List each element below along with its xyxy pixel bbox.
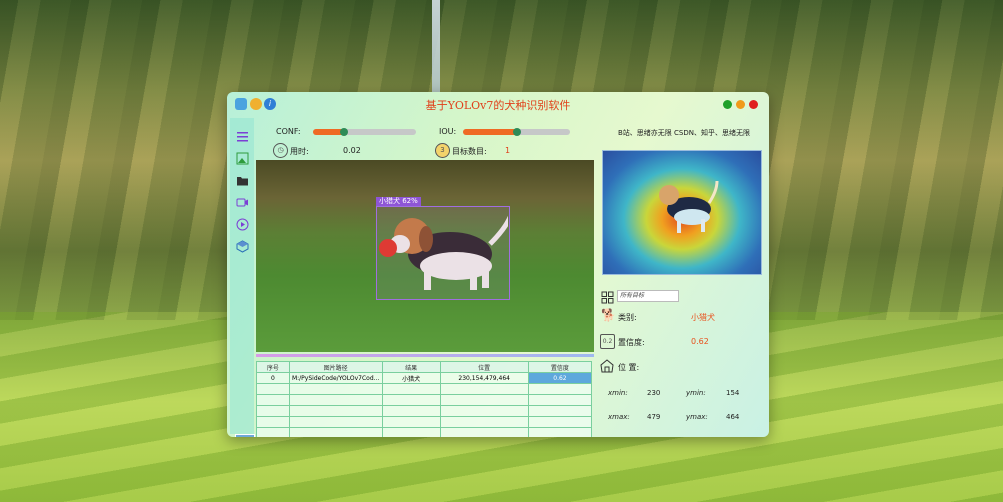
heatmap-image: [602, 150, 762, 275]
table-cell[interactable]: [527, 405, 593, 417]
class-label: 类别:: [618, 313, 637, 322]
table-cell[interactable]: 230,154,479,464: [439, 372, 529, 384]
target-select[interactable]: 所有目标: [617, 290, 679, 302]
minimize-button[interactable]: [723, 100, 732, 109]
maximize-button[interactable]: [736, 100, 745, 109]
confidence-label: 置信度:: [618, 338, 645, 347]
table-header-cell[interactable]: 置信度: [527, 361, 593, 373]
table-cell[interactable]: [256, 416, 290, 428]
results-table: 序号 图片路径 结果 位置 置信度 0 M:/PySideCode/YOLOv7Cod..…: [256, 361, 593, 437]
table-cell[interactable]: [288, 383, 383, 395]
table-header-cell[interactable]: 序号: [256, 361, 290, 373]
model-icon[interactable]: [236, 238, 249, 253]
table-cell[interactable]: [527, 416, 593, 428]
xmax-label: xmax:: [608, 413, 630, 421]
position-label: 位 置:: [618, 363, 640, 372]
sidebar: [230, 118, 255, 437]
iou-slider[interactable]: [463, 128, 570, 136]
heatmap-dog: [659, 180, 719, 233]
table-cell[interactable]: [288, 405, 383, 417]
table-cell[interactable]: 小猎犬: [381, 372, 441, 384]
table-cell[interactable]: [256, 427, 290, 437]
table-row[interactable]: [256, 394, 593, 406]
desktop-wallpaper-waterfall: [432, 0, 440, 95]
count-label: 目标数目:: [452, 147, 487, 156]
count-value: 1: [505, 146, 511, 155]
table-header-cell[interactable]: 图片路径: [288, 361, 383, 373]
table-row[interactable]: [256, 405, 593, 417]
video-icon[interactable]: [236, 194, 249, 207]
iou-slider-handle[interactable]: [512, 128, 521, 136]
table-cell[interactable]: [527, 383, 593, 395]
xmin-value: 230: [647, 389, 661, 397]
table-cell[interactable]: [439, 405, 529, 417]
xmax-value: 479: [647, 413, 661, 421]
conf-label: CONF:: [276, 127, 301, 136]
folder-icon[interactable]: [236, 172, 249, 186]
ymax-label: ymax:: [686, 413, 708, 421]
count-icon: 3: [435, 143, 450, 158]
table-row[interactable]: [256, 427, 593, 437]
xmin-label: xmin:: [608, 389, 628, 397]
table-header-row: 序号 图片路径 结果 位置 置信度: [256, 361, 593, 373]
table-cell[interactable]: [256, 394, 290, 406]
app-window: i 基于YOLOv7的犬种识别软件 CONF: IOU: ◷ 用时: 0.02 …: [227, 92, 769, 437]
avatar[interactable]: [235, 434, 255, 437]
table-cell[interactable]: [381, 405, 441, 417]
table-cell[interactable]: [439, 383, 529, 395]
table-cell[interactable]: [439, 416, 529, 428]
detection-box[interactable]: [376, 206, 510, 300]
table-cell[interactable]: [439, 427, 529, 437]
table-cell[interactable]: [288, 394, 383, 406]
time-value: 0.02: [343, 146, 361, 155]
confidence-icon: 0.2: [600, 334, 615, 349]
window-title: 基于YOLOv7的犬种识别软件: [425, 99, 571, 112]
class-value: 小猎犬: [691, 313, 715, 322]
table-cell[interactable]: 0.62: [527, 372, 593, 384]
table-cell[interactable]: [256, 405, 290, 417]
confidence-value: 0.62: [691, 337, 709, 346]
table-cell[interactable]: [381, 416, 441, 428]
iou-slider-fill: [463, 129, 517, 135]
target-icon: [601, 289, 614, 304]
table-cell[interactable]: 0: [256, 372, 290, 384]
detection-box-label: 小猎犬 62%: [376, 197, 421, 206]
table-cell[interactable]: [288, 416, 383, 428]
menu-icon[interactable]: [236, 128, 249, 142]
table-cell[interactable]: [381, 427, 441, 437]
table-cell[interactable]: [381, 394, 441, 406]
table-cell[interactable]: [381, 383, 441, 395]
table-cell[interactable]: M:/PySideCode/YOLOv7Cod...: [288, 372, 383, 384]
conf-slider[interactable]: [313, 128, 416, 136]
table-cell[interactable]: [288, 427, 383, 437]
image-icon[interactable]: [236, 150, 249, 165]
ymax-value: 464: [726, 413, 740, 421]
title-bar[interactable]: i 基于YOLOv7的犬种识别软件: [227, 92, 769, 116]
ymin-value: 154: [726, 389, 740, 397]
table-row[interactable]: [256, 416, 593, 428]
close-button[interactable]: [749, 100, 758, 109]
divider: [256, 354, 594, 357]
ymin-label: ymin:: [686, 389, 706, 397]
iou-label: IOU:: [439, 127, 457, 136]
time-label: 用时:: [290, 147, 309, 156]
table-cell[interactable]: [527, 427, 593, 437]
conf-slider-handle[interactable]: [339, 128, 348, 136]
table-row[interactable]: 0 M:/PySideCode/YOLOv7Cod... 小猎犬 230,154,47…: [256, 372, 593, 384]
credit-text: B站、思绪亦无限 CSDN、知乎、思绪无限: [618, 129, 750, 137]
table-cell[interactable]: [527, 394, 593, 406]
table-cell[interactable]: [256, 383, 290, 395]
table-cell[interactable]: [439, 394, 529, 406]
location-icon: [600, 358, 614, 377]
dog-class-icon: 🐕: [601, 308, 616, 322]
table-header-cell[interactable]: 结果: [381, 361, 441, 373]
table-header-cell[interactable]: 位置: [439, 361, 529, 373]
table-row[interactable]: [256, 383, 593, 395]
clock-icon: ◷: [273, 143, 288, 158]
camera-icon[interactable]: [236, 216, 249, 231]
detection-image: 小猎犬 62%: [256, 160, 594, 352]
